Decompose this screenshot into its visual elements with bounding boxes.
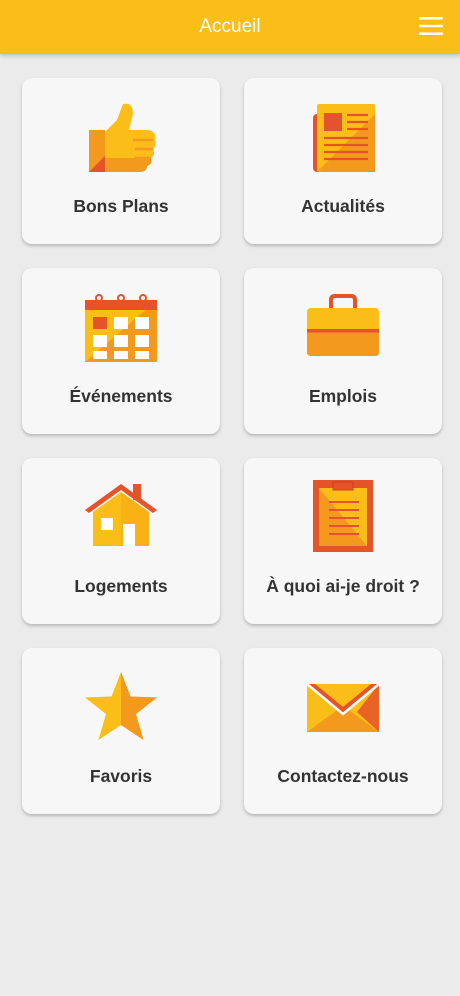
tile-label: Logements: [74, 576, 168, 596]
tile-logements[interactable]: Logements: [22, 458, 220, 624]
tile-bons-plans[interactable]: Bons Plans: [22, 78, 220, 244]
tile-contactez-nous[interactable]: Contactez-nous: [244, 648, 442, 814]
tile-label: Actualités: [301, 196, 385, 216]
tile-label: Bons Plans: [73, 196, 169, 216]
home-grid: Bons Plans Actualités Événements Emplois…: [22, 78, 442, 814]
tile-actualites[interactable]: Actualités: [244, 78, 442, 244]
clipboard-icon: [313, 480, 373, 552]
tile-label: À quoi ai-je droit ?: [266, 576, 420, 596]
tile-emplois[interactable]: Emplois: [244, 268, 442, 434]
tile-label: Favoris: [89, 766, 153, 786]
briefcase-icon: [307, 294, 379, 356]
tile-a-quoi-ai-je-droit[interactable]: À quoi ai-je droit ?: [244, 458, 442, 624]
house-icon: [85, 484, 157, 546]
tile-label: Emplois: [308, 386, 378, 406]
calendar-icon: [85, 294, 157, 362]
tile-favoris[interactable]: Favoris: [22, 648, 220, 814]
star-icon: [85, 672, 157, 740]
menu-button[interactable]: [416, 12, 446, 40]
app-bar: Accueil: [0, 0, 460, 54]
newspaper-icon: [313, 104, 375, 172]
tile-label: Événements: [69, 386, 173, 406]
envelope-icon: [306, 683, 380, 732]
hamburger-menu-icon: [419, 17, 443, 35]
tile-evenements[interactable]: Événements: [22, 268, 220, 434]
page-title: Accueil: [199, 16, 261, 37]
tile-label: Contactez-nous: [277, 766, 409, 786]
thumbs-up-icon: [89, 103, 156, 172]
